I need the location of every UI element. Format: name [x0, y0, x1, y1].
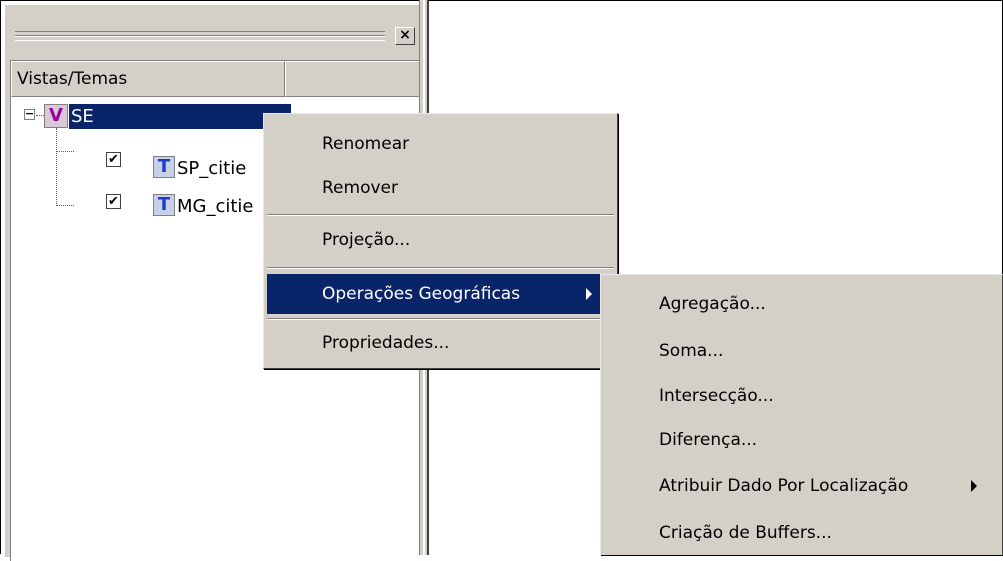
- submenu-item-label: Atribuir Dado Por Localização: [659, 476, 909, 496]
- menu-separator: [267, 318, 614, 320]
- panel-grip-handle[interactable]: [15, 31, 385, 41]
- submenu-item-agregacao[interactable]: Agregação...: [604, 282, 999, 326]
- column-header-vistas-temas[interactable]: Vistas/Temas: [11, 61, 285, 97]
- menu-separator: [267, 214, 614, 216]
- close-icon[interactable]: ×: [395, 27, 415, 45]
- submenu-item-criacao-buffers[interactable]: Criação de Buffers...: [604, 511, 999, 555]
- submenu-item-interseccao[interactable]: Intersecção...: [604, 374, 999, 418]
- submenu-item-diferenca[interactable]: Diferença...: [604, 418, 999, 462]
- tree-connector: [56, 205, 74, 206]
- submenu-arrow-icon: [971, 480, 977, 492]
- view-icon: V: [44, 104, 68, 128]
- theme-icon: T: [153, 194, 175, 216]
- menu-item-propriedades[interactable]: Propriedades...: [267, 321, 614, 365]
- tree-item-theme-sp[interactable]: SP_citie: [177, 158, 246, 179]
- submenu-item-soma[interactable]: Soma...: [604, 329, 999, 373]
- submenu-arrow-icon: [586, 288, 592, 300]
- submenu-operacoes-geograficas: Agregação... Soma... Intersecção... Dife…: [600, 274, 1003, 555]
- theme-checkbox-mg[interactable]: ✔: [106, 194, 121, 209]
- column-header-2[interactable]: [285, 61, 421, 97]
- tree-connector: [36, 115, 44, 116]
- tree-connector: [56, 151, 74, 152]
- theme-checkbox-sp[interactable]: ✔: [106, 152, 121, 167]
- tree-item-theme-mg[interactable]: MG_citie: [177, 196, 254, 217]
- menu-separator: [267, 267, 614, 269]
- menu-item-renomear[interactable]: Renomear: [267, 122, 614, 166]
- context-menu: Renomear Remover Projeção... Operações G…: [263, 113, 618, 369]
- collapse-icon[interactable]: −: [24, 108, 35, 120]
- tree-item-view-se[interactable]: SE: [69, 104, 291, 129]
- theme-icon: T: [153, 156, 175, 178]
- tree-connector: [56, 128, 57, 206]
- menu-item-operacoes-geograficas[interactable]: Operações Geográficas: [267, 274, 614, 314]
- menu-item-label: Operações Geográficas: [322, 284, 521, 304]
- menu-item-remover[interactable]: Remover: [267, 166, 614, 210]
- submenu-item-atribuir-dado[interactable]: Atribuir Dado Por Localização: [604, 464, 999, 508]
- menu-item-projecao[interactable]: Projeção...: [267, 218, 614, 262]
